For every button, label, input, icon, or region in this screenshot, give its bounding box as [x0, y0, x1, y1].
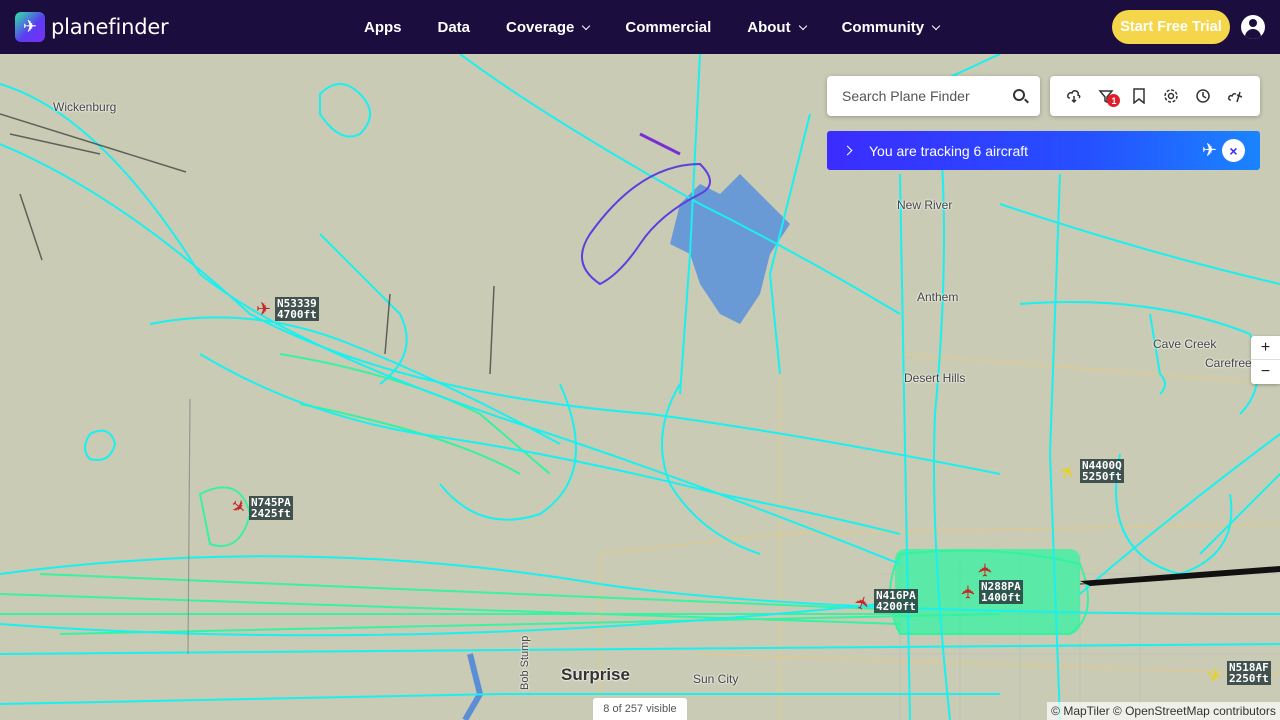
nav-data[interactable]: Data — [438, 19, 471, 36]
brand-name: planefinder — [51, 15, 169, 39]
search-box — [827, 76, 1040, 116]
aircraft-icon[interactable]: ✈ — [256, 300, 271, 318]
aircraft-label[interactable]: N288PA 1400ft — [979, 580, 1023, 604]
tracking-text: You are tracking 6 aircraft — [869, 142, 1029, 159]
tracking-banner: You are tracking 6 aircraft ✈ × — [827, 131, 1260, 170]
account-icon[interactable] — [1241, 15, 1265, 39]
nav-apps[interactable]: Apps — [364, 19, 402, 36]
map-attribution[interactable]: © MapTiler © OpenStreetMap contributors — [1047, 702, 1280, 720]
search-icon[interactable] — [1013, 89, 1025, 101]
town-label: Sun City — [693, 672, 739, 686]
nav-coverage[interactable]: Coverage — [506, 19, 591, 36]
town-label: Anthem — [917, 290, 959, 304]
nav-commercial[interactable]: Commercial — [625, 19, 711, 36]
chevron-down-icon — [931, 21, 941, 30]
aircraft-label[interactable]: N416PA 4200ft — [874, 589, 918, 613]
history-icon[interactable] — [1191, 84, 1215, 108]
close-tracking-button[interactable]: × — [1222, 139, 1245, 162]
visible-aircraft-count: 8 of 257 visible — [593, 698, 687, 720]
bookmark-icon[interactable] — [1127, 84, 1151, 108]
planefinder-logo[interactable]: ✈ planefinder — [15, 12, 169, 42]
gear-icon[interactable] — [1159, 84, 1183, 108]
start-free-trial-button[interactable]: Start Free Trial — [1112, 10, 1230, 44]
town-label: Cave Creek — [1153, 337, 1217, 351]
town-label: New River — [897, 198, 953, 212]
weather-icon[interactable] — [1062, 84, 1086, 108]
chevron-right-icon[interactable] — [842, 145, 853, 156]
chevron-down-icon — [798, 21, 807, 30]
aircraft-icon[interactable]: ✈ — [976, 562, 996, 577]
town-label: Desert Hills — [904, 371, 966, 385]
plane-icon: ✈ — [1201, 140, 1217, 160]
road-label: Bob Stump — [519, 635, 531, 690]
main-nav: Apps Data Coverage Commercial About Comm… — [364, 0, 975, 54]
aircraft-label[interactable]: N518AF 2250ft — [1227, 661, 1271, 685]
zoom-out-button[interactable]: − — [1251, 360, 1280, 384]
filter-icon[interactable]: 1 — [1094, 84, 1121, 108]
zoom-control: + − — [1251, 336, 1280, 384]
chevron-down-icon — [582, 21, 591, 30]
nav-community[interactable]: Community — [842, 19, 941, 36]
top-navigation-bar: ✈ planefinder Apps Data Coverage Commerc… — [0, 0, 1280, 54]
aircraft-icon[interactable]: ✈ — [959, 584, 979, 599]
town-label: Wickenburg — [53, 100, 117, 114]
search-input[interactable] — [842, 88, 1002, 104]
aircraft-label[interactable]: N53339 4700ft — [275, 297, 319, 321]
filter-count-badge: 1 — [1107, 94, 1121, 107]
nav-about[interactable]: About — [747, 19, 807, 36]
plane-logo-icon: ✈ — [15, 12, 45, 42]
aircraft-label[interactable]: N4400Q 5250ft — [1080, 459, 1124, 483]
zoom-in-button[interactable]: + — [1251, 336, 1280, 360]
airport-weather-icon[interactable] — [1224, 84, 1248, 108]
town-label: Surprise — [561, 665, 630, 684]
town-label: Carefree — [1205, 356, 1252, 370]
map-toolbar: 1 — [1050, 76, 1260, 116]
aircraft-label[interactable]: N745PA 2425ft — [249, 496, 293, 520]
